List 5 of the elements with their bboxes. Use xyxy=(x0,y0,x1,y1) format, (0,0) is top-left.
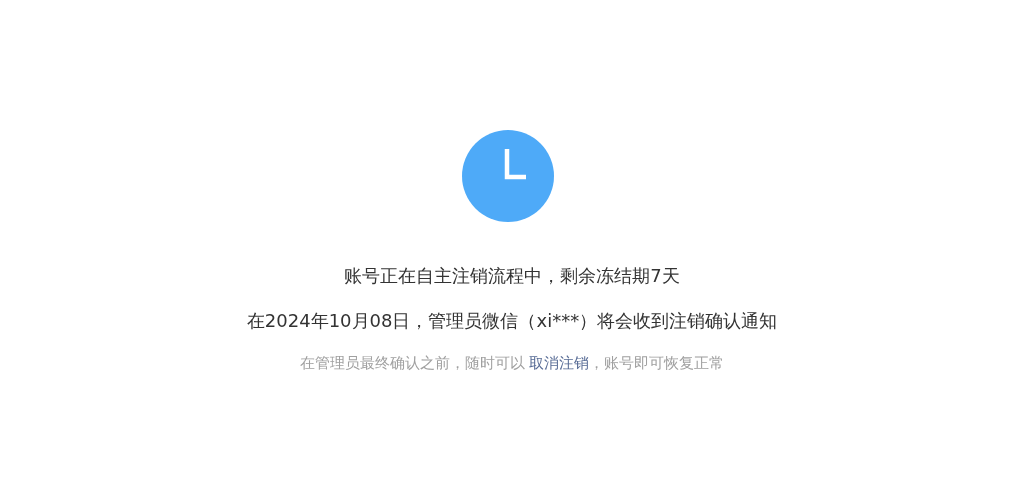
notice-text: 在2024年10月08日，管理员微信（xi***）将会收到注销确认通知 xyxy=(246,309,778,333)
clock-icon xyxy=(462,130,554,222)
cancel-link[interactable]: 取消注销 xyxy=(529,354,590,372)
hint-text: 在管理员最终确认之前，随时可以 取消注销，账号即可恢复正常 xyxy=(299,353,725,373)
status-title: 账号正在自主注销流程中，剩余冻结期7天 xyxy=(344,264,680,288)
